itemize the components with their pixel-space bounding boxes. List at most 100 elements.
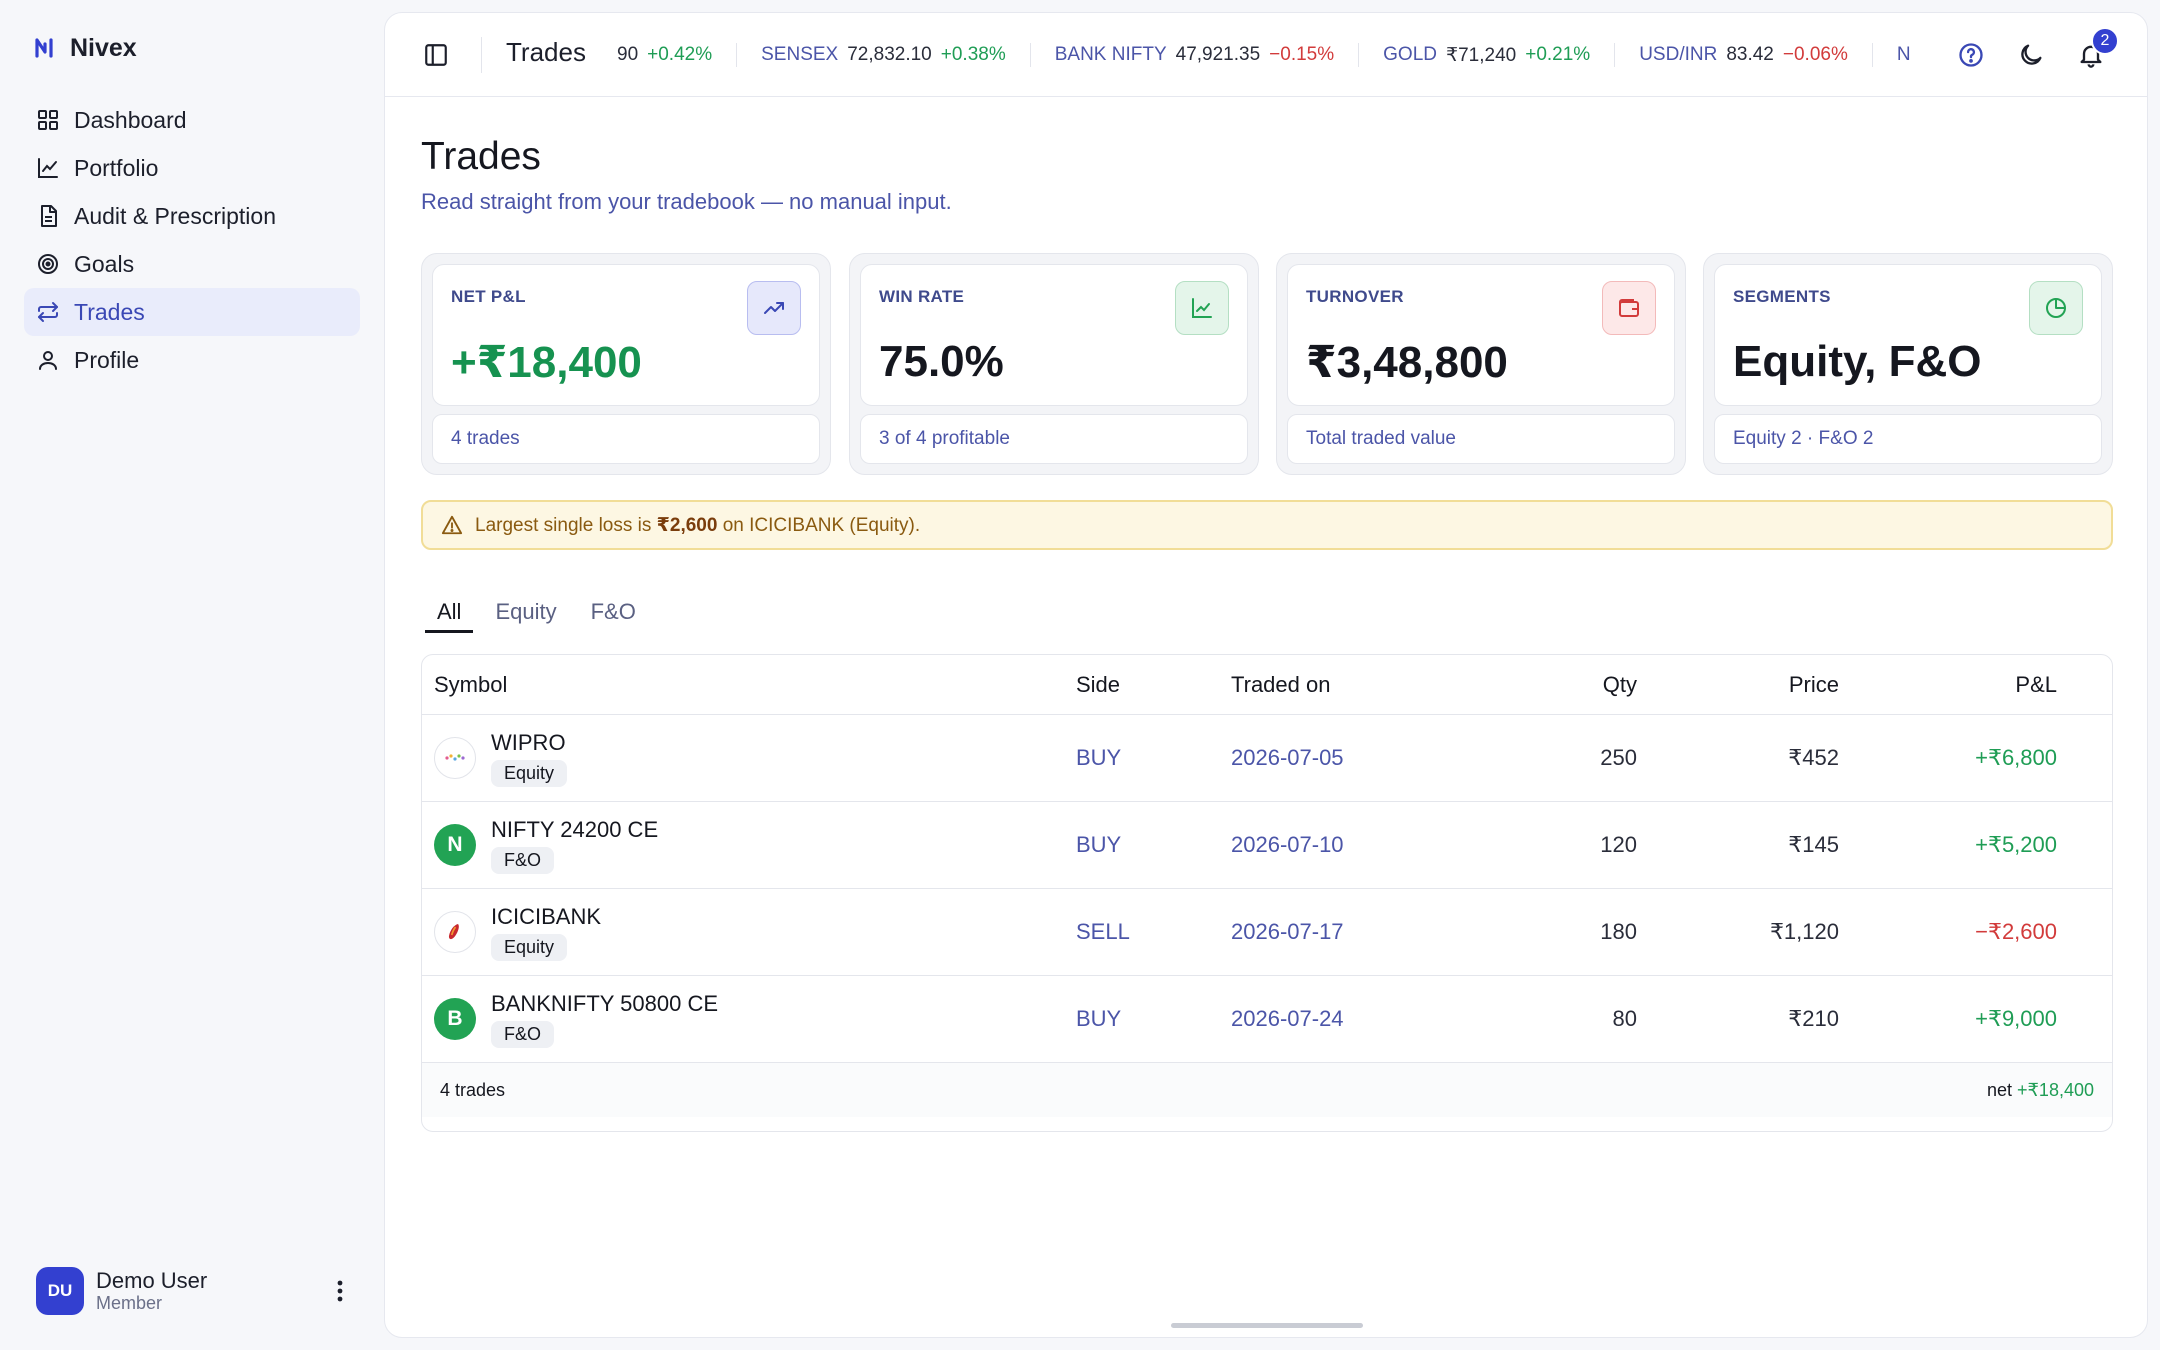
help-icon[interactable] <box>1957 41 1985 69</box>
more-options-button[interactable] <box>328 1279 352 1303</box>
col-header-date[interactable]: Traded on <box>1231 672 1511 698</box>
scrollbar-thumb[interactable] <box>1171 1323 1363 1328</box>
icici-logo-icon <box>434 911 476 953</box>
trade-pl: −₹2,600 <box>1975 919 2057 944</box>
col-header-side[interactable]: Side <box>1076 672 1231 698</box>
segment-tabs: All Equity F&O <box>425 589 658 633</box>
stat-value: Equity, F&O <box>1733 337 1982 386</box>
ticker-value: 83.42 <box>1726 44 1774 65</box>
col-header-price[interactable]: Price <box>1637 672 1839 698</box>
stat-card-segments: SEGMENTS Equity, F&O Equity 2 · F&O 2 <box>1703 253 2113 475</box>
swap-icon <box>38 302 58 322</box>
avatar: DU <box>36 1267 84 1315</box>
ticker-item: SENSEX 72,832.10 +0.38% <box>737 43 1031 67</box>
col-header-symbol[interactable]: Symbol <box>422 655 1076 714</box>
ticker-item: 90 +0.42% <box>617 43 738 67</box>
topbar-title: Trades <box>506 37 586 67</box>
trend-up-icon <box>747 281 801 335</box>
ticker-name: SENSEX <box>761 44 839 65</box>
table-row[interactable]: ICICIBANK Equity SELL 2026-07-17 180 ₹1,… <box>422 889 2112 976</box>
ticker-item: USD/INR 83.42 −0.06% <box>1615 43 1873 67</box>
sidebar-item-audit[interactable]: Audit & Prescription <box>24 192 360 240</box>
stat-footnote: Total traded value <box>1287 414 1675 464</box>
col-header-pl[interactable]: P&L <box>1839 672 2069 698</box>
trade-price: ₹452 <box>1788 745 1839 770</box>
stat-value: 75.0% <box>879 337 1004 386</box>
divider <box>481 37 482 73</box>
dark-mode-icon[interactable] <box>2017 41 2045 69</box>
tab-equity[interactable]: Equity <box>483 589 568 633</box>
sidebar-item-label: Portfolio <box>74 154 159 181</box>
pie-chart-icon <box>2029 281 2083 335</box>
stat-label: SEGMENTS <box>1733 287 1831 306</box>
trade-pl: +₹9,000 <box>1975 1006 2057 1031</box>
trade-price: ₹210 <box>1788 1006 1839 1031</box>
loss-alert: Largest single loss is ₹2,600 on ICICIBA… <box>421 500 2113 550</box>
stat-label: WIN RATE <box>879 287 965 306</box>
table-row[interactable]: B BANKNIFTY 50800 CE F&O BUY 2026-07-24 … <box>422 976 2112 1063</box>
warning-icon <box>441 515 463 535</box>
symbol-name: NIFTY 24200 CE <box>491 816 659 842</box>
sidebar-item-portfolio[interactable]: Portfolio <box>24 144 360 192</box>
trades-table: Symbol Side Traded on Qty Price P&L WIPR… <box>421 654 2113 1132</box>
ticker-change: +0.38% <box>940 44 1006 65</box>
wipro-logo-icon <box>434 737 476 779</box>
table-row[interactable]: WIPRO Equity BUY 2026-07-05 250 ₹452 +₹6… <box>422 715 2112 802</box>
ticker-item: BANK NIFTY 47,921.35 −0.15% <box>1031 43 1360 67</box>
sidebar-item-goals[interactable]: Goals <box>24 240 360 288</box>
brand[interactable]: Nivex <box>34 30 137 66</box>
stat-value: +₹18,400 <box>451 338 642 387</box>
page-title: Trades <box>421 135 541 178</box>
net-total: net +₹18,400 <box>1986 1079 2094 1100</box>
dashboard-icon <box>38 110 58 130</box>
alert-amount: ₹2,600 <box>656 514 718 536</box>
topbar: Trades 90 +0.42% SENSEX 72,832.10 +0.38%… <box>385 13 2147 97</box>
net-total-value: +₹18,400 <box>2016 1079 2094 1100</box>
document-icon <box>41 205 57 227</box>
trade-date: 2026-07-05 <box>1231 745 1344 770</box>
trade-pl: +₹5,200 <box>1975 832 2057 857</box>
symbol-name: BANKNIFTY 50800 CE <box>491 990 719 1016</box>
sidebar-item-dashboard[interactable]: Dashboard <box>24 96 360 144</box>
ticker-change: +0.21% <box>1525 44 1591 65</box>
trade-qty: 120 <box>1600 832 1637 857</box>
ticker-value: 47,921.35 <box>1175 44 1261 65</box>
table-footer: 4 trades net +₹18,400 <box>422 1063 2112 1117</box>
trade-side: BUY <box>1076 745 1122 770</box>
stat-footnote: 4 trades <box>432 414 820 464</box>
main-panel: Trades 90 +0.42% SENSEX 72,832.10 +0.38%… <box>384 12 2148 1338</box>
col-header-qty[interactable]: Qty <box>1511 672 1637 698</box>
symbol-initial-avatar: B <box>434 998 476 1040</box>
user-card[interactable]: DU Demo User Member <box>36 1266 352 1316</box>
ticker-item: GOLD ₹71,240 +0.21% <box>1359 43 1616 67</box>
stat-card-net-pl: NET P&L +₹18,400 4 trades <box>421 253 831 475</box>
trade-pl: +₹6,800 <box>1975 745 2057 770</box>
symbol-initial-avatar: N <box>434 824 476 866</box>
user-icon <box>39 351 57 370</box>
sidebar-item-label: Dashboard <box>74 106 187 133</box>
trade-side: SELL <box>1076 919 1130 944</box>
bar-chart-icon <box>1175 281 1229 335</box>
market-ticker: 90 +0.42% SENSEX 72,832.10 +0.38% BANK N… <box>617 13 1971 97</box>
segment-badge: Equity <box>491 759 568 787</box>
alert-text: Largest single loss is ₹2,600 on ICICIBA… <box>475 514 921 536</box>
page-subtitle: Read straight from your tradebook — no m… <box>421 189 952 214</box>
sidebar-item-profile[interactable]: Profile <box>24 336 360 384</box>
user-name: Demo User <box>96 1268 208 1293</box>
ticker-item: N <box>1873 43 1935 67</box>
trade-side: BUY <box>1076 1006 1122 1031</box>
trade-date: 2026-07-10 <box>1231 832 1344 857</box>
sidebar-item-trades[interactable]: Trades <box>24 288 360 336</box>
sidebar-toggle-icon[interactable] <box>423 42 449 68</box>
ticker-value: 72,832.10 <box>847 44 932 65</box>
brand-name: Nivex <box>70 33 137 62</box>
tab-fo[interactable]: F&O <box>579 589 648 633</box>
brand-logo-icon <box>35 38 53 58</box>
user-role: Member <box>96 1293 163 1314</box>
sidebar-item-label: Goals <box>74 250 135 277</box>
symbol-name: ICICIBANK <box>491 903 602 929</box>
table-row[interactable]: N NIFTY 24200 CE F&O BUY 2026-07-10 120 … <box>422 802 2112 889</box>
trade-side: BUY <box>1076 832 1122 857</box>
tab-all[interactable]: All <box>425 589 474 633</box>
ticker-value: ₹71,240 <box>1446 44 1517 66</box>
